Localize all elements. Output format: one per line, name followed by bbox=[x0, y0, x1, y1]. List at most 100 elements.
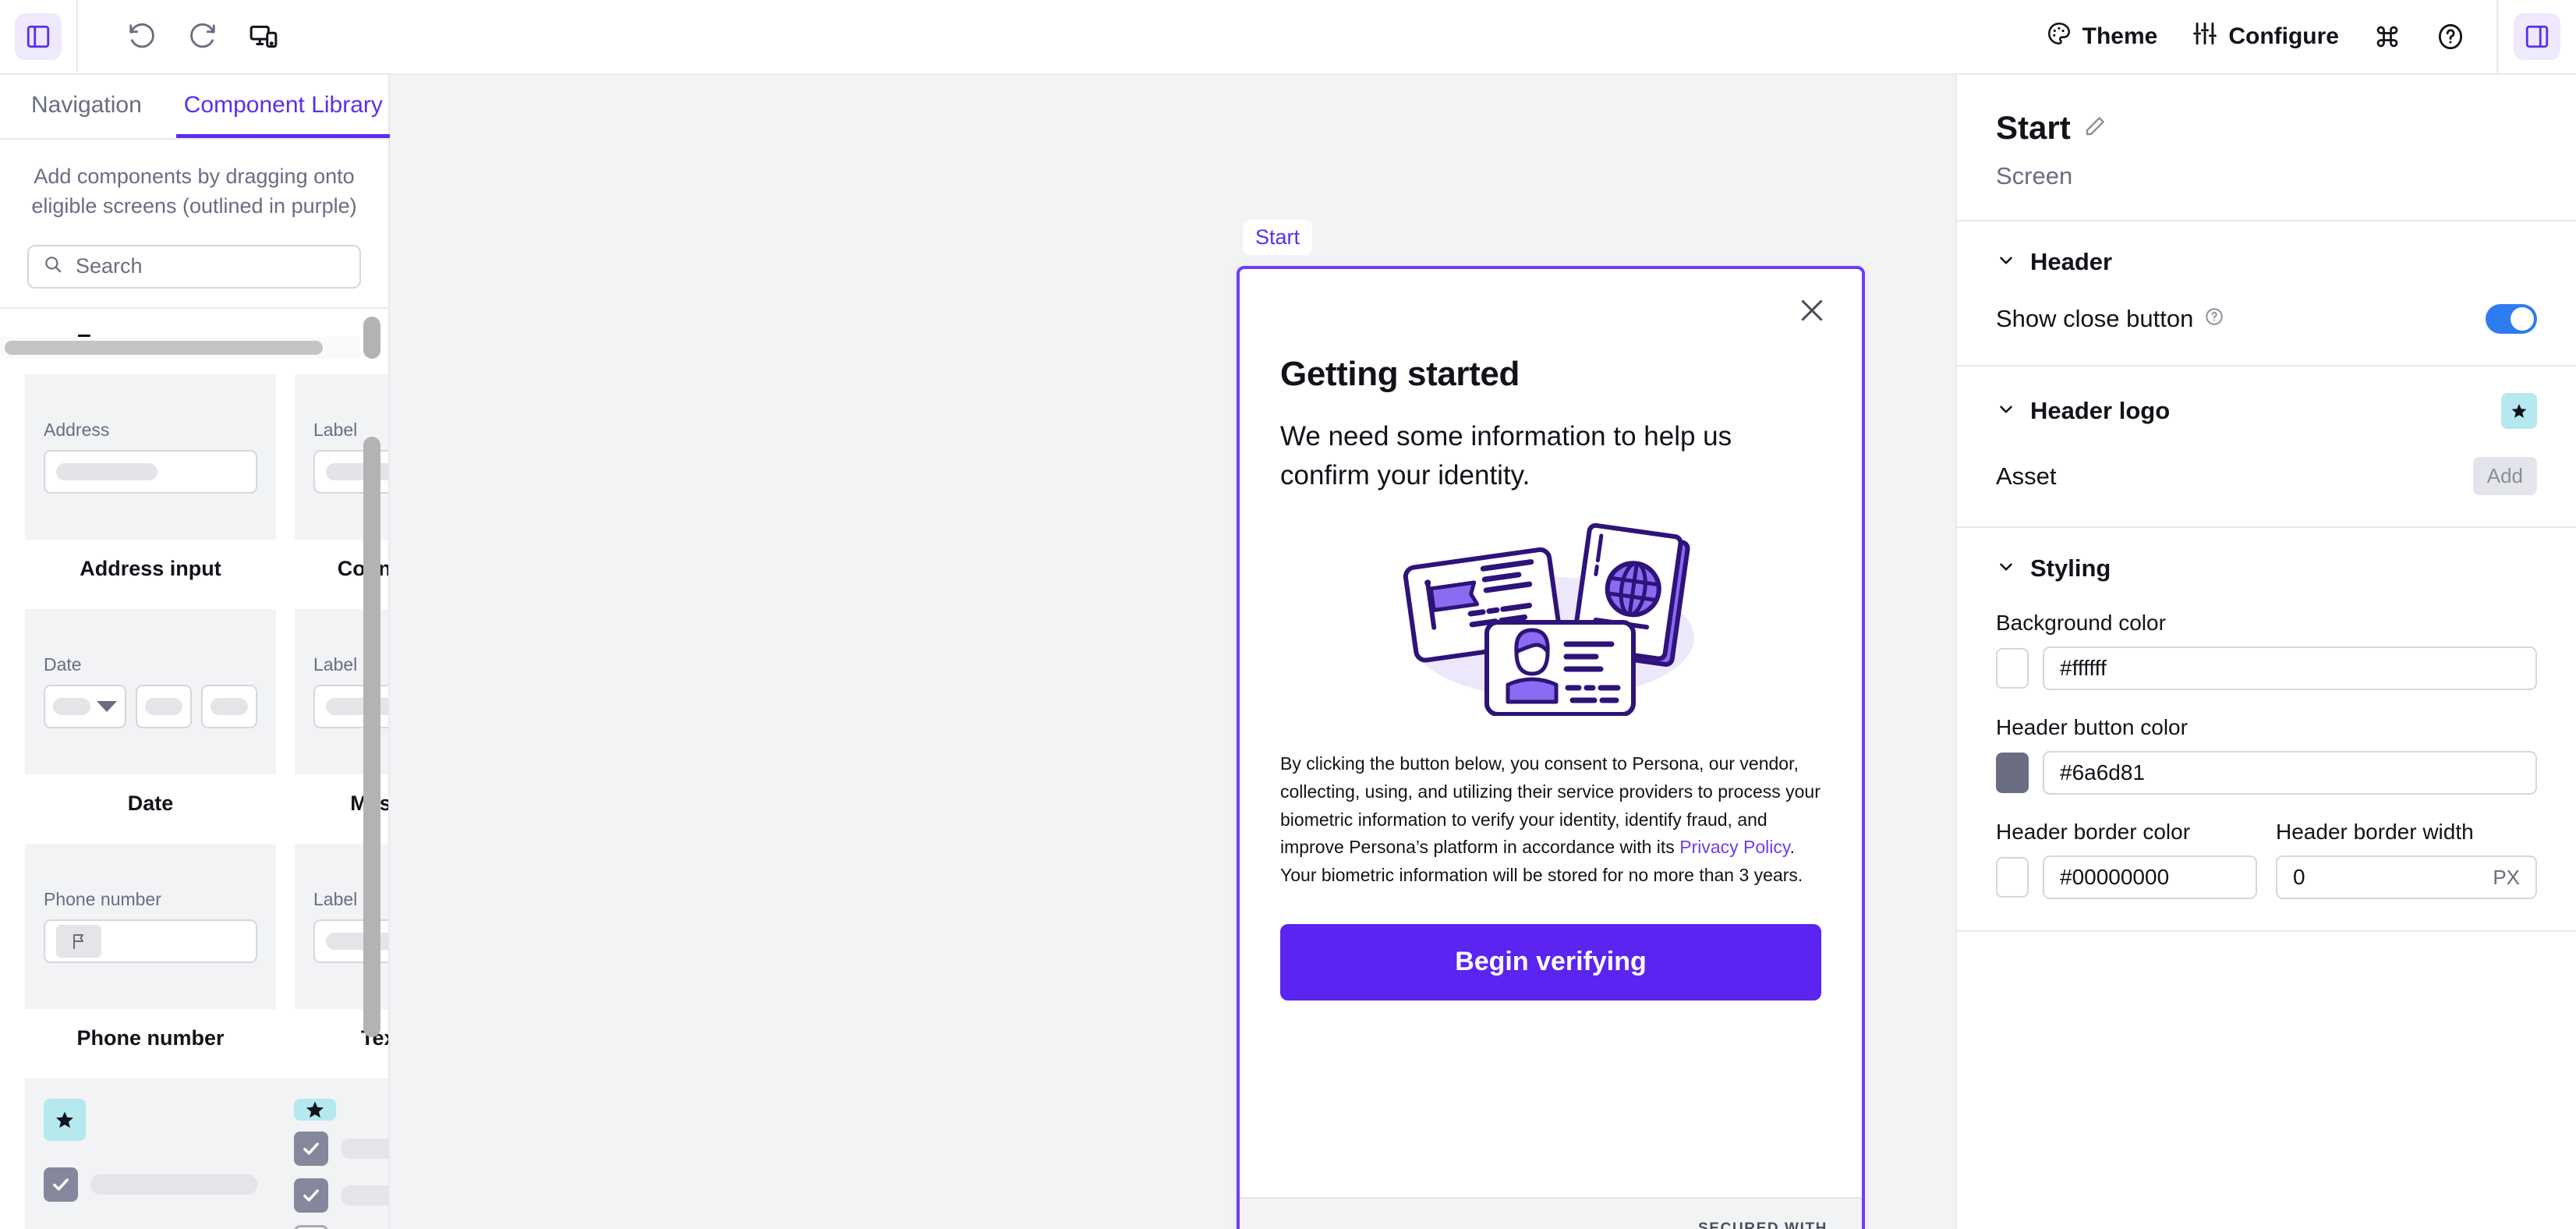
add-asset-button[interactable]: Add bbox=[2472, 457, 2537, 495]
page-title: Start bbox=[1996, 109, 2071, 146]
star-icon[interactable] bbox=[2501, 393, 2537, 429]
search-container: Search bbox=[25, 244, 363, 289]
undo-icon[interactable] bbox=[117, 12, 167, 62]
tab-component-library[interactable]: Component Library bbox=[175, 75, 391, 138]
header-border-width-input[interactable]: 0 PX bbox=[2276, 855, 2537, 899]
background-color-input[interactable]: #ffffff bbox=[2043, 646, 2537, 690]
help-circle-icon[interactable] bbox=[2204, 305, 2224, 333]
component-preview: Phone number bbox=[25, 843, 276, 1009]
left-panel-toggle-container bbox=[0, 0, 78, 74]
search-placeholder: Search bbox=[76, 254, 143, 278]
background-color-value: #ffffff bbox=[2060, 656, 2107, 680]
preview-label: Phone number bbox=[44, 889, 161, 910]
app-root: Theme Configure Navigation Component Lib… bbox=[0, 0, 2576, 1229]
checkbox-row bbox=[294, 1178, 388, 1213]
section-header-title-row[interactable]: Header bbox=[1996, 248, 2537, 276]
modal-footer: English SECURED WITH persona bbox=[1240, 1197, 1862, 1229]
header-button-color-input[interactable]: #6a6d81 bbox=[2043, 751, 2537, 795]
header-border-width-row: 0 PX bbox=[2276, 855, 2537, 899]
checkbox-checked[interactable] bbox=[44, 1167, 78, 1202]
checkbox-label-bar bbox=[341, 1185, 388, 1206]
checkbox-row bbox=[294, 1131, 388, 1166]
header-border-color-input[interactable]: #00000000 bbox=[2043, 855, 2257, 899]
top-toolbar: Theme Configure bbox=[0, 0, 2576, 75]
section-header-logo-title-row[interactable]: Header logo bbox=[1996, 393, 2537, 429]
component-card-address-input[interactable]: Address Address input bbox=[25, 374, 276, 592]
header-border-color-value: #00000000 bbox=[2060, 865, 2170, 889]
panel-left-icon[interactable] bbox=[15, 13, 62, 60]
section-styling: Styling Background color #ffffff Header … bbox=[1957, 528, 2576, 932]
properties-panel: Start Screen Header Show close button He… bbox=[1957, 75, 2576, 1229]
help-circle-icon[interactable] bbox=[2419, 0, 2482, 74]
checkbox-row bbox=[294, 1224, 388, 1229]
checkbox-row bbox=[44, 1167, 257, 1202]
start-screen-preview[interactable]: Getting started We need some information… bbox=[1237, 266, 1865, 1229]
header-button-color-row: #6a6d81 bbox=[1996, 751, 2537, 795]
configure-button[interactable]: Configure bbox=[2174, 0, 2356, 74]
history-tools bbox=[78, 12, 288, 62]
close-icon[interactable] bbox=[1796, 295, 1828, 330]
header-border-color-row: #00000000 bbox=[1996, 855, 2257, 899]
checkbox-checked[interactable] bbox=[294, 1131, 328, 1166]
date-day-cell bbox=[136, 685, 192, 729]
sidebar-tabs: Navigation Component Library bbox=[0, 75, 391, 140]
header-border-color-label: Header border color bbox=[1996, 820, 2191, 844]
horizontal-scroll-thumb[interactable] bbox=[5, 340, 323, 355]
row-label-group: Show close button bbox=[1996, 305, 2224, 333]
component-card-phone-number[interactable]: Phone number Phone number bbox=[25, 843, 276, 1061]
placeholder-bar bbox=[53, 698, 90, 716]
preview-label: Label bbox=[313, 420, 358, 441]
sidebar-hint: Add components by dragging onto eligible… bbox=[31, 165, 357, 218]
section-title: Header bbox=[2030, 248, 2113, 275]
section-title: Header logo bbox=[2030, 397, 2171, 424]
component-preview: Date bbox=[25, 608, 276, 774]
search-icon bbox=[43, 254, 63, 278]
checkbox-unchecked[interactable] bbox=[294, 1224, 328, 1229]
field-background-color: Background color #ffffff bbox=[1996, 611, 2537, 690]
main-body: Navigation Component Library Add compone… bbox=[0, 75, 2576, 1229]
tab-navigation[interactable]: Navigation bbox=[23, 75, 150, 138]
properties-title-row: Start bbox=[1996, 109, 2537, 147]
show-close-button-toggle[interactable] bbox=[2486, 304, 2537, 334]
header-button-color-value: #6a6d81 bbox=[2060, 760, 2146, 785]
chevron-down-icon bbox=[1996, 399, 2016, 423]
chevron-down-icon bbox=[1996, 557, 2016, 581]
devices-preview-icon[interactable] bbox=[239, 12, 288, 62]
search-input[interactable]: Search bbox=[27, 244, 361, 289]
redo-icon[interactable] bbox=[178, 12, 228, 62]
sidebar-intro: Add components by dragging onto eligible… bbox=[0, 140, 388, 307]
star-icon bbox=[294, 1098, 336, 1121]
modal-subtitle: We need some information to help us conf… bbox=[1280, 421, 1732, 491]
header-border-width-label: Header border width bbox=[2276, 820, 2474, 844]
pencil-icon[interactable] bbox=[2083, 115, 2107, 142]
editor-canvas[interactable]: Start Getting started We need some infor… bbox=[390, 75, 1957, 1229]
section-styling-title-row[interactable]: Styling bbox=[1996, 554, 2537, 583]
background-color-swatch[interactable] bbox=[1996, 648, 2029, 689]
begin-verifying-button[interactable]: Begin verifying bbox=[1280, 923, 1821, 1001]
sliders-icon bbox=[2192, 20, 2218, 53]
horizontal-scrollbar[interactable] bbox=[0, 336, 360, 359]
component-preview bbox=[275, 1078, 388, 1229]
header-border-color-swatch[interactable] bbox=[1996, 857, 2029, 898]
screen-name-chip[interactable]: Start bbox=[1243, 220, 1313, 255]
checkbox-checked[interactable] bbox=[294, 1178, 328, 1213]
date-year-cell bbox=[201, 685, 257, 729]
placeholder-bar bbox=[56, 463, 157, 481]
component-card-date[interactable]: Date Date bbox=[25, 608, 276, 827]
command-key-icon[interactable] bbox=[2356, 0, 2419, 74]
privacy-policy-link[interactable]: Privacy Policy bbox=[1679, 837, 1789, 857]
section-header-logo: Header logo Asset Add bbox=[1957, 367, 2576, 528]
preview-input bbox=[44, 450, 257, 494]
flag-icon bbox=[56, 925, 101, 958]
component-card-checkbox-list[interactable] bbox=[275, 1078, 388, 1229]
theme-button[interactable]: Theme bbox=[2029, 0, 2175, 74]
header-border-width-value: 0 bbox=[2293, 865, 2305, 889]
properties-header: Start Screen bbox=[1957, 75, 2576, 221]
component-card-checkbox-single[interactable] bbox=[25, 1078, 276, 1229]
panel-right-icon[interactable] bbox=[2514, 13, 2560, 60]
header-button-color-swatch[interactable] bbox=[1996, 753, 2029, 793]
header-border-width-unit: PX bbox=[2493, 865, 2520, 889]
vertical-scroll-thumb[interactable] bbox=[363, 436, 380, 1037]
vertical-scroll-thumb-top[interactable] bbox=[363, 316, 380, 359]
preview-date-row bbox=[44, 685, 257, 729]
